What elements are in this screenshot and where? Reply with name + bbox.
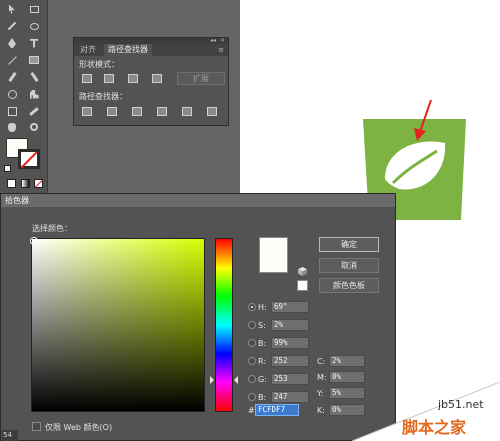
- pen-tool-icon[interactable]: [4, 36, 20, 50]
- hand-tool-icon[interactable]: [4, 120, 20, 134]
- cyan-label: C:: [317, 357, 326, 366]
- web-only-label: 仅限 Web 颜色(O): [45, 423, 113, 432]
- expand-button[interactable]: 扩展: [177, 72, 225, 85]
- annotation-arrow-icon: [414, 99, 432, 141]
- hue-input[interactable]: 69°: [271, 301, 309, 313]
- watermark-url: jb51.net: [438, 398, 484, 411]
- blue-radio[interactable]: [248, 393, 256, 401]
- outline-icon[interactable]: [182, 107, 192, 116]
- saturation-radio[interactable]: [248, 321, 256, 329]
- red-radio[interactable]: [248, 357, 256, 365]
- zoom-level-field[interactable]: 54: [2, 430, 18, 441]
- brightness-label: B:: [258, 339, 267, 348]
- artboard-tool-icon[interactable]: [4, 104, 20, 118]
- green-label: G:: [258, 375, 267, 384]
- slice-tool-icon[interactable]: [26, 104, 42, 118]
- hue-slider[interactable]: [215, 238, 233, 412]
- cyan-input[interactable]: 2%: [329, 355, 365, 367]
- ok-button[interactable]: 确定: [319, 237, 379, 252]
- panel-menu-icon[interactable]: ≡: [218, 46, 224, 54]
- magenta-label: M:: [317, 373, 327, 382]
- red-input[interactable]: 252: [271, 355, 309, 367]
- rotate-tool-icon[interactable]: [4, 87, 20, 101]
- hex-input[interactable]: FCFDF7: [255, 404, 299, 416]
- default-colors-icon[interactable]: [4, 165, 11, 172]
- rectangle-tool-icon[interactable]: [26, 53, 42, 67]
- select-color-label: 选择颜色：: [32, 224, 72, 233]
- minus-back-icon[interactable]: [207, 107, 217, 116]
- shape-modes-label: 形状模式：: [79, 60, 119, 69]
- exclude-icon[interactable]: [152, 74, 162, 83]
- watermark-site-name: 脚本之家: [402, 418, 467, 437]
- crop-icon[interactable]: [157, 107, 167, 116]
- pencil-tool-icon[interactable]: [26, 70, 42, 84]
- color-field-cursor[interactable]: [30, 237, 38, 245]
- color-mode-icon[interactable]: [7, 179, 16, 188]
- lasso-tool-icon[interactable]: [26, 19, 42, 33]
- blue-input[interactable]: 247: [271, 391, 309, 403]
- blue-label: B:: [258, 393, 267, 402]
- tab-pathfinder[interactable]: 路径查找器: [104, 44, 152, 56]
- pathfinder-panel: ◂◂ ✕ 对齐 路径查找器 ≡ 形状模式： 扩展 路径查找器：: [73, 37, 229, 126]
- green-input[interactable]: 253: [271, 373, 309, 385]
- trim-icon[interactable]: [107, 107, 117, 116]
- web-safe-cube-icon[interactable]: [298, 267, 307, 276]
- hex-label: #: [248, 406, 255, 415]
- unite-icon[interactable]: [82, 74, 92, 83]
- hue-label: H:: [258, 303, 267, 312]
- web-only-checkbox[interactable]: [32, 422, 41, 431]
- hue-slider-right-arrow-icon[interactable]: [234, 376, 238, 384]
- merge-icon[interactable]: [132, 107, 142, 116]
- panel-tabs: 对齐 路径查找器 ≡: [74, 44, 228, 56]
- red-label: R:: [258, 357, 267, 366]
- dialog-title[interactable]: 拾色器: [1, 194, 395, 207]
- minus-front-icon[interactable]: [104, 74, 114, 83]
- saturation-input[interactable]: 2%: [271, 319, 309, 331]
- brightness-radio[interactable]: [248, 339, 256, 347]
- saturation-brightness-field[interactable]: [30, 237, 205, 412]
- tab-align[interactable]: 对齐: [76, 44, 100, 56]
- web-safe-color-swatch[interactable]: [297, 280, 308, 291]
- black-label: K:: [317, 406, 325, 415]
- type-tool-icon[interactable]: [26, 36, 42, 50]
- hue-radio[interactable]: [248, 303, 256, 311]
- zoom-tool-icon[interactable]: [26, 120, 42, 134]
- line-tool-icon[interactable]: [4, 53, 20, 67]
- yellow-label: Y:: [317, 389, 324, 398]
- green-radio[interactable]: [248, 375, 256, 383]
- saturation-label: S:: [258, 321, 266, 330]
- cancel-button[interactable]: 取消: [319, 258, 379, 273]
- direct-selection-tool-icon[interactable]: [26, 2, 42, 16]
- selection-tool-icon[interactable]: [4, 2, 20, 16]
- new-color-swatch: [259, 237, 288, 273]
- intersect-icon[interactable]: [128, 74, 138, 83]
- divide-icon[interactable]: [82, 107, 92, 116]
- magic-wand-tool-icon[interactable]: [4, 19, 20, 33]
- color-picker-dialog: 拾色器 选择颜色： 确定 取消 颜色色板 H: 69° S: 2% B: 99%…: [0, 193, 396, 441]
- graph-tool-icon[interactable]: [26, 87, 42, 101]
- hue-slider-left-arrow-icon[interactable]: [210, 376, 214, 384]
- none-mode-icon[interactable]: [34, 179, 43, 188]
- stroke-color-swatch[interactable]: [18, 149, 40, 169]
- brightness-input[interactable]: 99%: [271, 337, 309, 349]
- pathfinders-label: 路径查找器：: [79, 92, 127, 101]
- paintbrush-tool-icon[interactable]: [4, 70, 20, 84]
- color-swatches-button[interactable]: 颜色色板: [319, 278, 379, 293]
- gradient-mode-icon[interactable]: [21, 179, 30, 188]
